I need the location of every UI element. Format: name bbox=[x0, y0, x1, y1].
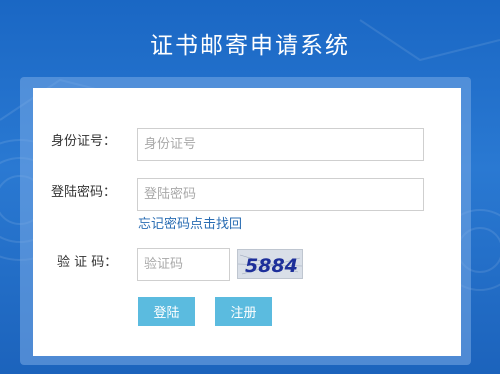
password-label: 登陆密码： bbox=[51, 185, 117, 200]
captcha-input[interactable] bbox=[137, 248, 230, 281]
captcha-image[interactable]: 5884 bbox=[237, 249, 303, 279]
forgot-password-link[interactable]: 忘记密码点击找回 bbox=[138, 213, 242, 232]
id-number-label: 身份证号： bbox=[51, 134, 117, 149]
page-title: 证书邮寄申请系统 bbox=[150, 33, 350, 59]
login-button[interactable]: 登陆 bbox=[138, 297, 195, 326]
captcha-label: 验 证 码： bbox=[57, 255, 118, 270]
register-button[interactable]: 注册 bbox=[215, 297, 272, 326]
password-input[interactable] bbox=[137, 178, 424, 211]
captcha-text: 5884 bbox=[245, 255, 298, 277]
id-number-input[interactable] bbox=[137, 128, 424, 161]
